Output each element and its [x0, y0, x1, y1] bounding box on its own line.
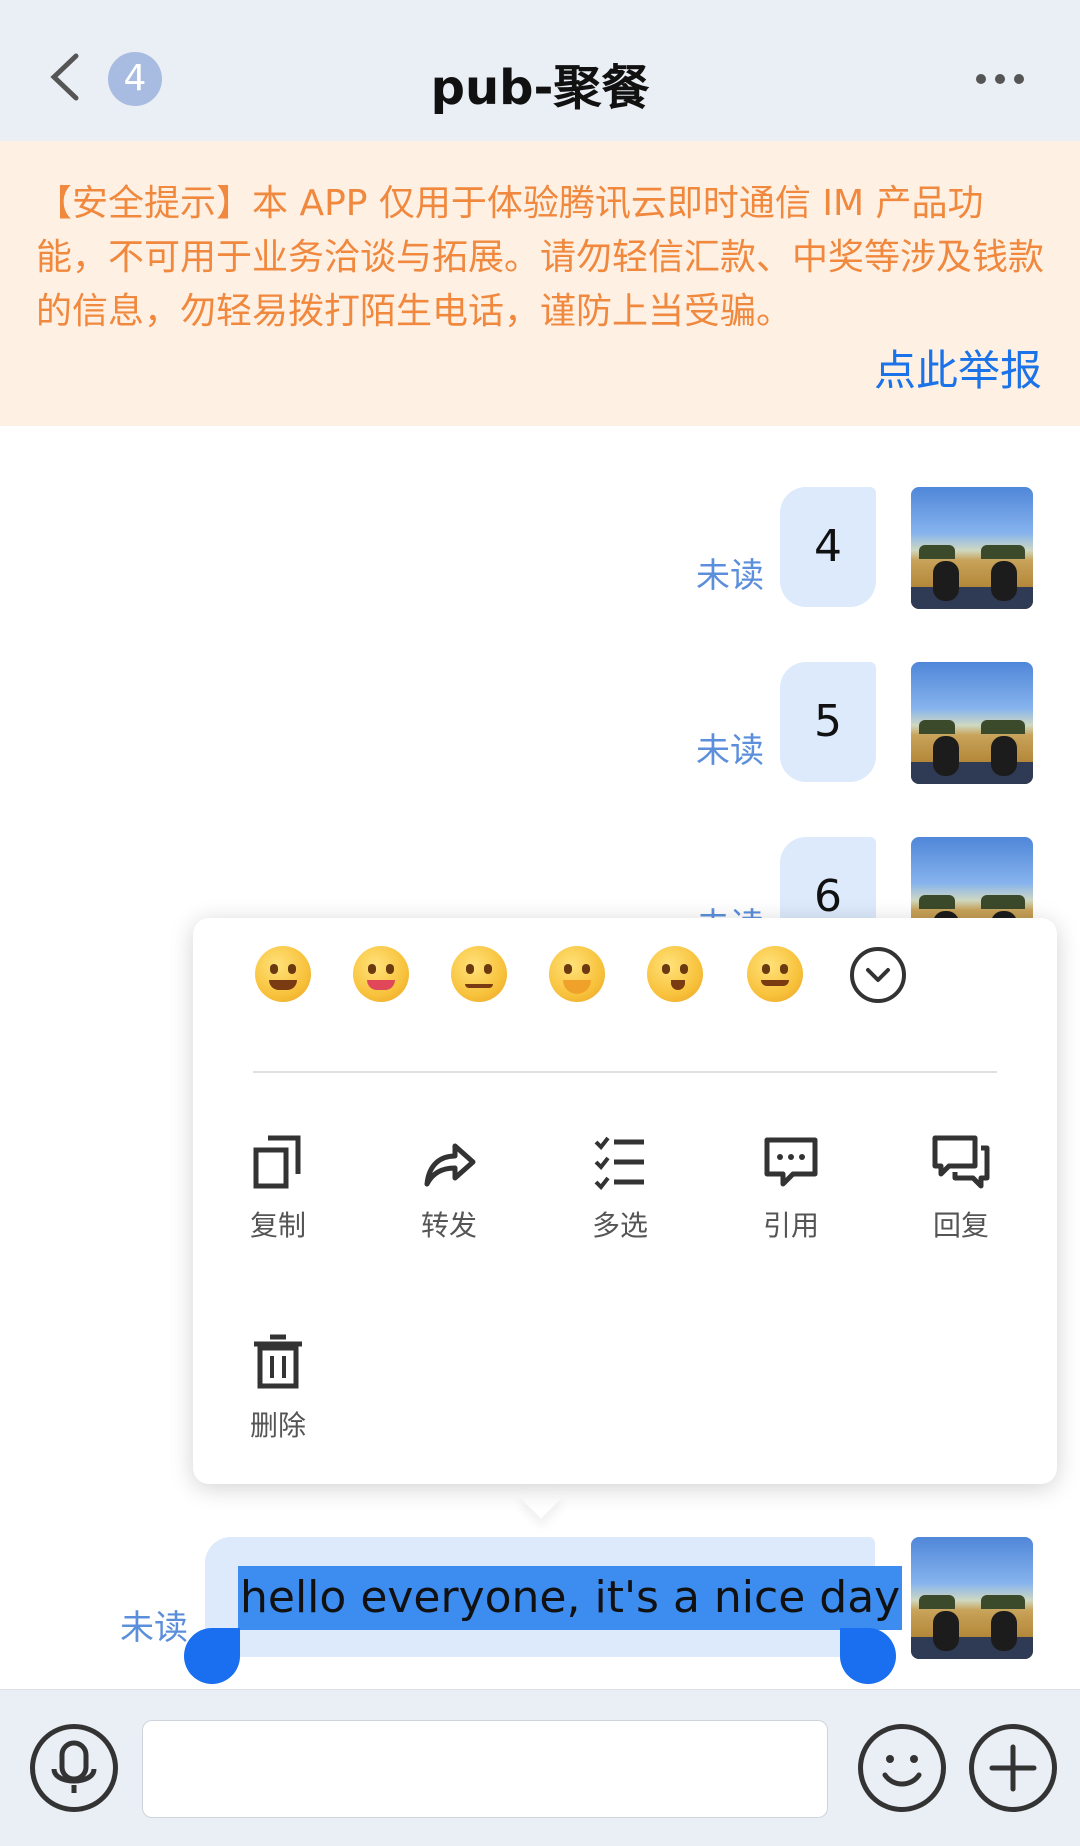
thinking-emoji[interactable]: [647, 946, 703, 1002]
message-context-menu: 复制 转发 多选 引用 回复 删除: [193, 918, 1057, 1484]
safety-notice-text: 【安全提示】本 APP 仅用于体验腾讯云即时通信 IM 产品功能，不可用于业务洽…: [36, 183, 1045, 332]
delete-icon: [254, 1334, 302, 1389]
message-bubble[interactable]: 4: [780, 487, 876, 607]
message-input-bar: [0, 1689, 1080, 1846]
plus-icon[interactable]: [969, 1724, 1057, 1812]
reply-button[interactable]: 回复: [906, 1134, 1016, 1244]
selection-handle-end[interactable]: [840, 1628, 896, 1684]
message-input[interactable]: [142, 1720, 828, 1818]
copy-icon: [253, 1135, 301, 1189]
avatar[interactable]: [911, 662, 1033, 784]
microphone-icon[interactable]: [30, 1724, 118, 1812]
sweat-emoji[interactable]: [451, 946, 507, 1002]
selection-handle-start[interactable]: [184, 1628, 240, 1684]
chat-header: 4 pub-聚餐: [0, 0, 1080, 142]
forward-icon: [424, 1143, 476, 1187]
copy-label: 复制: [249, 1209, 306, 1242]
unread-status: 未读: [120, 1608, 188, 1648]
more-dots-icon[interactable]: [976, 74, 1024, 84]
delete-label: 删除: [249, 1409, 306, 1442]
avatar[interactable]: [911, 487, 1033, 609]
cover-mouth-emoji[interactable]: [549, 946, 605, 1002]
chevron-circle-down-icon[interactable]: [850, 947, 906, 1003]
tongue-wink-emoji[interactable]: [353, 946, 409, 1002]
menu-divider: [253, 1071, 997, 1073]
message-bubble[interactable]: 5: [780, 662, 876, 782]
quote-icon: [764, 1137, 818, 1187]
chat-title: pub-聚餐: [430, 60, 650, 116]
multi-select-button[interactable]: 多选: [565, 1134, 675, 1244]
reply-icon: [932, 1135, 990, 1189]
grin-emoji[interactable]: [255, 946, 311, 1002]
multi-select-label: 多选: [591, 1209, 648, 1242]
safety-notice: 【安全提示】本 APP 仅用于体验腾讯云即时通信 IM 产品功能，不可用于业务洽…: [0, 141, 1080, 426]
forward-button[interactable]: 转发: [394, 1134, 504, 1244]
delete-button[interactable]: 删除: [223, 1334, 333, 1444]
unread-status: 未读: [696, 556, 764, 596]
reply-label: 回复: [932, 1209, 989, 1242]
smiley-icon[interactable]: [858, 1724, 946, 1812]
quote-button[interactable]: 引用: [736, 1134, 846, 1244]
copy-button[interactable]: 复制: [223, 1134, 333, 1244]
report-link[interactable]: 点此举报: [874, 337, 1042, 398]
multi-select-icon: [594, 1136, 644, 1190]
forward-label: 转发: [420, 1209, 477, 1242]
quote-label: 引用: [762, 1209, 819, 1242]
hammer-emoji[interactable]: [747, 946, 803, 1002]
avatar[interactable]: [911, 1537, 1033, 1659]
selected-message-text[interactable]: hello everyone, it's a nice day: [238, 1566, 903, 1630]
unread-status: 未读: [696, 731, 764, 771]
